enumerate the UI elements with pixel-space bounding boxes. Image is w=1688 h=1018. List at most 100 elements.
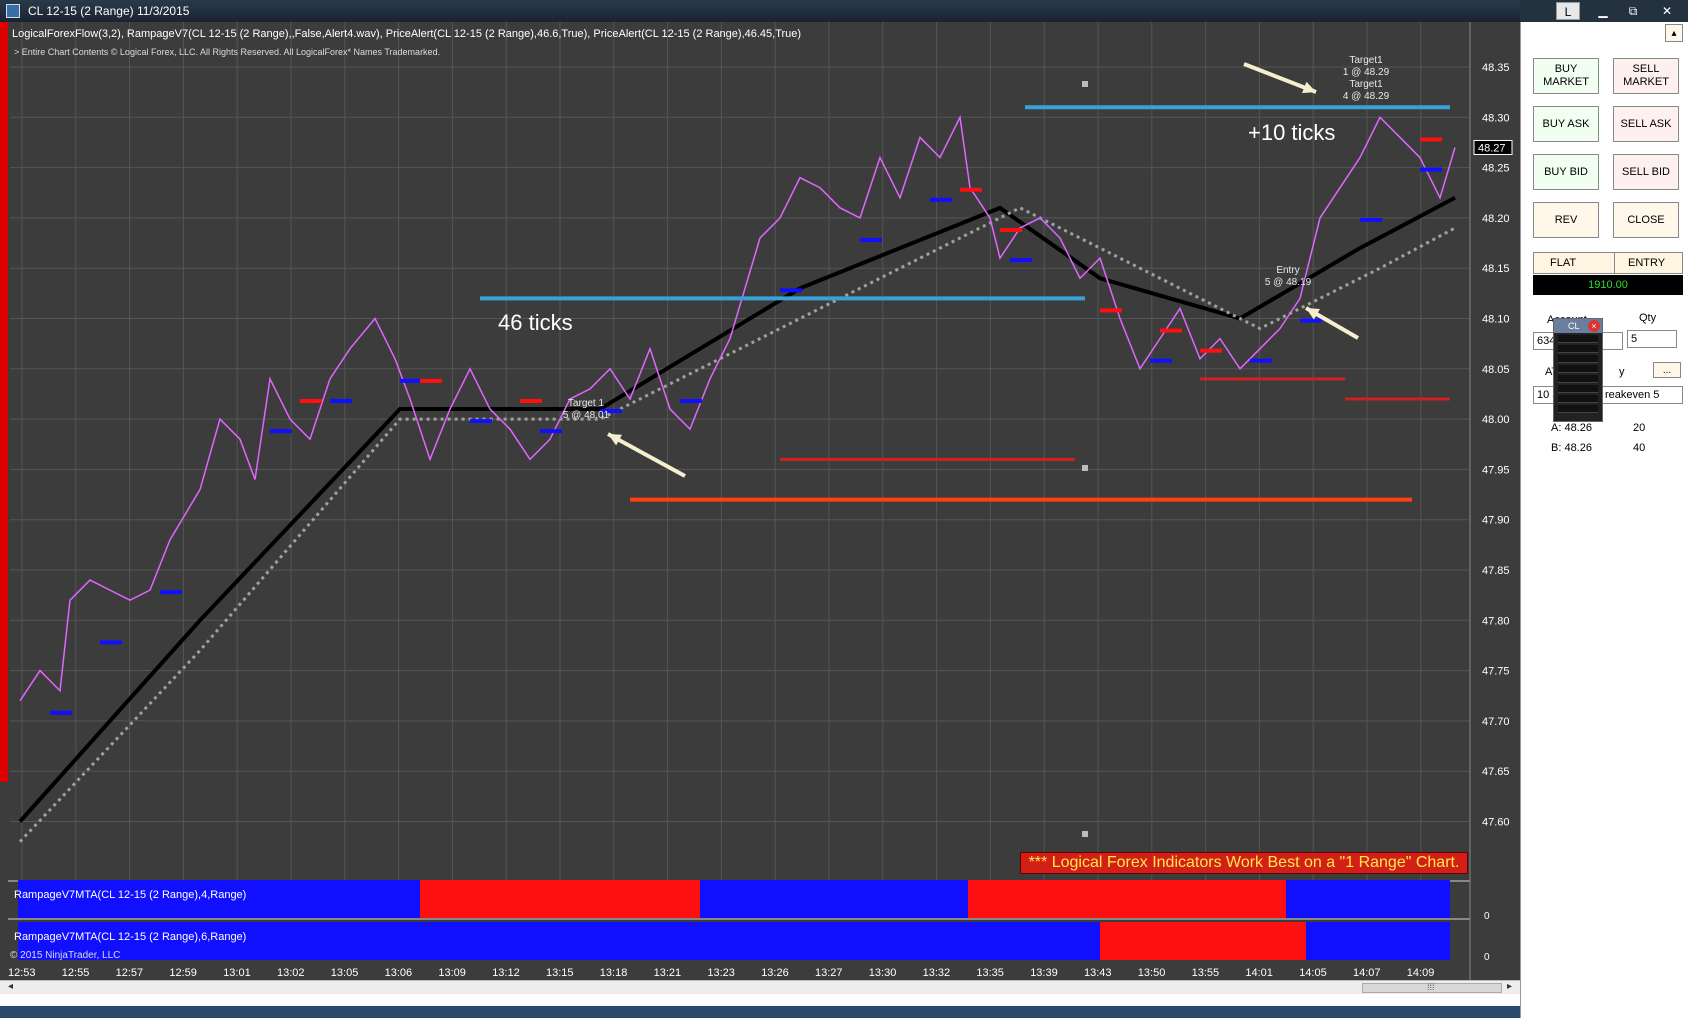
position-flat: FLAT: [1550, 257, 1577, 269]
bid-price: B: 48.26: [1551, 442, 1592, 454]
taskbar: [0, 1006, 1688, 1018]
restore-button[interactable]: ⧉: [1620, 2, 1646, 20]
bull-trend-dash: [1150, 358, 1172, 363]
bull-trend-dash: [400, 378, 422, 383]
time-axis-label: 13:23: [707, 967, 735, 979]
time-axis-label: 13:39: [1030, 967, 1058, 979]
sell-bid-button[interactable]: SELL BID: [1613, 154, 1679, 190]
mini-row: [1558, 405, 1598, 413]
close-window-button[interactable]: ✕: [1654, 2, 1680, 20]
price-axis-label: 47.80: [1482, 615, 1510, 627]
bull-trend-dash: [330, 398, 352, 403]
sell-ask-button[interactable]: SELL ASK: [1613, 106, 1679, 142]
bear-trend-dash: [520, 398, 542, 403]
atm-more-button[interactable]: ...: [1653, 362, 1681, 378]
panel-collapse-button[interactable]: ▴: [1665, 24, 1683, 42]
panel1-label: RampageV7MTA(CL 12-15 (2 Range),4,Range): [14, 889, 247, 901]
mini-row: [1558, 385, 1598, 393]
indicator-legend: LogicalForexFlow(3,2), RampageV7(CL 12-1…: [12, 28, 802, 40]
position-row: FLAT ENTRY: [1533, 252, 1683, 274]
price-axis-label: 47.75: [1482, 666, 1510, 678]
chart-horizontal-scrollbar[interactable]: ◂ ⁞⁞⁞ ▸: [0, 980, 1520, 994]
target-b-line2: 1 @ 48.29: [1342, 67, 1390, 78]
entry-line1: Entry: [1276, 265, 1300, 276]
sell-market-button[interactable]: SELL MARKET: [1613, 58, 1679, 94]
panel2-label: RampageV7MTA(CL 12-15 (2 Range),6,Range): [14, 931, 247, 943]
qty-field[interactable]: 5: [1627, 330, 1677, 348]
time-axis-label: 13:50: [1138, 967, 1166, 979]
bear-trend-dash: [1100, 308, 1122, 313]
strategy-label-suffix: y: [1619, 366, 1625, 378]
pnl-display: 1910.00: [1533, 275, 1683, 295]
panel1-blue-segment: [700, 880, 968, 918]
chart-area[interactable]: 48.35 48.30 48.25 48.20 48.15 48.10 48.05 48.00…: [0, 22, 1520, 980]
price-axis-label: 47.65: [1482, 766, 1510, 778]
position-entry: ENTRY: [1628, 257, 1666, 269]
breakeven-select[interactable]: reakeven 5: [1601, 386, 1683, 404]
bull-trend-dash: [780, 288, 802, 293]
target-a-line1: Target 1: [567, 398, 605, 409]
bull-trend-dash: [1420, 167, 1442, 172]
bull-trend-dash: [860, 238, 882, 243]
close-position-button[interactable]: CLOSE: [1613, 202, 1679, 238]
price-axis-label: 47.70: [1482, 716, 1510, 728]
buy-bid-button[interactable]: BUY BID: [1533, 154, 1599, 190]
mini-quote-window[interactable]: CL ×: [1553, 318, 1603, 422]
panel-separator: [8, 918, 1470, 920]
qty-label: Qty: [1639, 312, 1657, 324]
time-axis-label: 13:05: [331, 967, 359, 979]
mini-window-title: CL: [1568, 321, 1580, 331]
time-axis-label: 13:09: [438, 967, 466, 979]
bull-trend-dash: [680, 398, 702, 403]
time-axis-label: 13:55: [1192, 967, 1220, 979]
price-axis-label: 48.05: [1482, 364, 1510, 376]
bear-trend-dash: [1000, 227, 1022, 232]
time-axis-label: 12:55: [62, 967, 90, 979]
panel1-red-segment: [968, 880, 1286, 918]
bull-trend-dash: [540, 429, 562, 434]
bear-trend-dash: [1420, 137, 1442, 142]
time-axis-label: 13:26: [761, 967, 789, 979]
bear-trend-dash: [300, 398, 322, 403]
bull-trend-dash: [470, 419, 492, 424]
time-axis-label: 14:01: [1245, 967, 1273, 979]
current-price-label: 48.27: [1478, 142, 1506, 154]
buy-market-button[interactable]: BUY MARKET: [1533, 58, 1599, 94]
time-axis-label: 13:27: [815, 967, 843, 979]
time-axis-label: 12:57: [116, 967, 144, 979]
title-bar: CL 12-15 (2 Range) 11/3/2015: [0, 0, 1520, 22]
time-axis-label: 13:15: [546, 967, 574, 979]
bull-trend-dash: [1250, 358, 1272, 363]
chart-app-icon: [6, 4, 20, 18]
time-axis-label: 14:05: [1299, 967, 1327, 979]
bid-size: 40: [1633, 442, 1646, 454]
link-button[interactable]: L: [1556, 2, 1580, 20]
target-a-line2: 5 @ 48.01: [562, 410, 610, 421]
bull-trend-dash: [270, 429, 292, 434]
bull-trend-dash: [50, 710, 72, 715]
mini-close-icon[interactable]: ×: [1588, 320, 1600, 332]
reverse-button[interactable]: REV: [1533, 202, 1599, 238]
scroll-grip-icon: ⁞⁞⁞: [1427, 982, 1435, 992]
scroll-thumb[interactable]: ⁞⁞⁞: [1362, 982, 1502, 993]
chart-anchor-marker: [1082, 831, 1088, 837]
target-b-line1: Target1: [1349, 55, 1383, 66]
time-axis-label: 13:21: [654, 967, 682, 979]
bear-trend-dash: [960, 187, 982, 192]
scroll-left-icon[interactable]: ◂: [8, 981, 13, 992]
left-edge-marker: [0, 22, 8, 782]
time-axis-label: 13:18: [600, 967, 628, 979]
panel2-blue-segment: [1306, 922, 1450, 960]
scroll-right-icon[interactable]: ▸: [1507, 981, 1512, 992]
bull-trend-dash: [160, 590, 182, 595]
ticks46-annotation: 46 ticks: [498, 310, 573, 335]
target-label-b: Target1 1 @ 48.29 Target1 4 @ 48.29: [1326, 55, 1406, 103]
time-axis-label: 13:02: [277, 967, 305, 979]
ninjatrader-window: CL 12-15 (2 Range) 11/3/2015 L ▁ ⧉ ✕ 48.…: [0, 0, 1688, 1018]
buy-ask-button[interactable]: BUY ASK: [1533, 106, 1599, 142]
mini-row: [1558, 395, 1598, 403]
minimize-button[interactable]: ▁: [1590, 2, 1616, 20]
mini-window-header[interactable]: CL ×: [1554, 319, 1602, 333]
panel2-zero-label: 0: [1484, 952, 1490, 963]
chart-anchor-marker: [1082, 465, 1088, 471]
